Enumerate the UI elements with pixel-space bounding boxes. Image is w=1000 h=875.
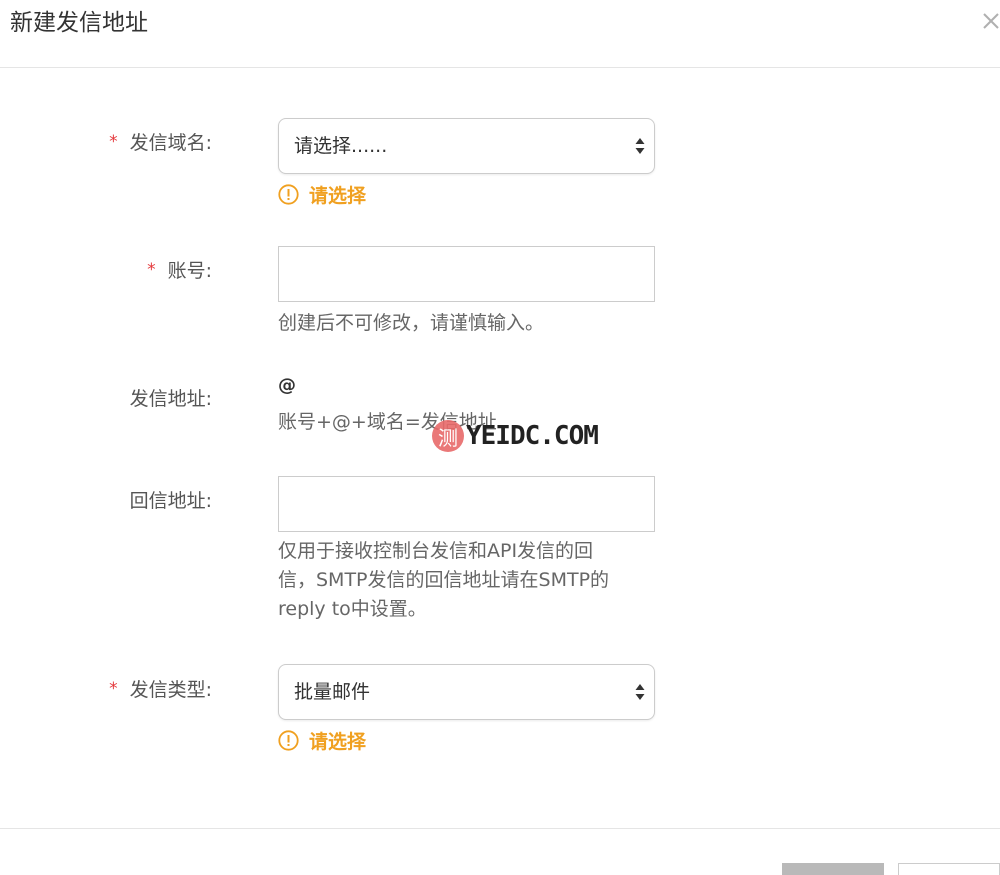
dialog-footer: [0, 828, 1000, 875]
new-sender-address-dialog: 新建发信地址 * 发信域名: 请选择...... 请选择 * 账号: 创建后不可修改…: [0, 0, 1000, 875]
send-type-warning: 请选择: [278, 727, 366, 753]
send-type-select[interactable]: 批量邮件: [278, 664, 655, 720]
send-type-warning-text: 请选择: [309, 730, 367, 753]
warning-circle-icon: [278, 183, 299, 205]
dialog-title: 新建发信地址: [10, 10, 148, 36]
warning-circle-icon: [278, 729, 299, 751]
account-input[interactable]: [278, 246, 655, 302]
send-type-label: * 发信类型:: [0, 677, 212, 704]
required-mark: *: [147, 260, 156, 280]
domain-warning: 请选择: [278, 181, 366, 207]
domain-warning-text: 请选择: [309, 184, 367, 207]
sender-address-value: @: [278, 375, 296, 396]
send-type-select-value: 批量邮件: [294, 681, 371, 703]
reply-hint-line: reply to中设置。: [278, 598, 427, 620]
reply-address-hint: 仅用于接收控制台发信和API发信的回 信，SMTP发信的回信地址请在SMTP的 …: [278, 537, 609, 624]
account-label-text: 账号:: [167, 260, 212, 282]
reply-hint-line: 信，SMTP发信的回信地址请在SMTP的: [278, 569, 610, 591]
sort-arrows-icon: [635, 684, 645, 700]
watermark: 测 YEIDC.COM: [432, 420, 599, 452]
confirm-button[interactable]: [782, 863, 884, 875]
dialog-header: 新建发信地址: [0, 0, 1000, 68]
reply-address-label: 回信地址:: [129, 490, 212, 512]
sender-address-label: 发信地址:: [129, 388, 212, 410]
domain-label-text: 发信域名:: [129, 132, 212, 154]
reply-hint-line: 仅用于接收控制台发信和API发信的回: [278, 540, 594, 562]
domain-select[interactable]: 请选择......: [278, 118, 655, 174]
watermark-text: YEIDC.COM: [466, 421, 599, 451]
sort-arrows-icon: [635, 138, 645, 154]
send-type-label-text: 发信类型:: [129, 679, 212, 701]
watermark-badge: 测: [432, 420, 464, 452]
account-label: * 账号:: [0, 258, 212, 285]
domain-select-value: 请选择......: [294, 135, 388, 157]
reply-address-input[interactable]: [278, 476, 655, 532]
required-mark: *: [109, 679, 118, 699]
cancel-button[interactable]: [898, 863, 1000, 875]
required-mark: *: [109, 132, 118, 152]
domain-label: * 发信域名:: [0, 130, 212, 157]
close-icon[interactable]: [976, 6, 1000, 36]
account-hint: 创建后不可修改，请谨慎输入。: [278, 312, 545, 334]
